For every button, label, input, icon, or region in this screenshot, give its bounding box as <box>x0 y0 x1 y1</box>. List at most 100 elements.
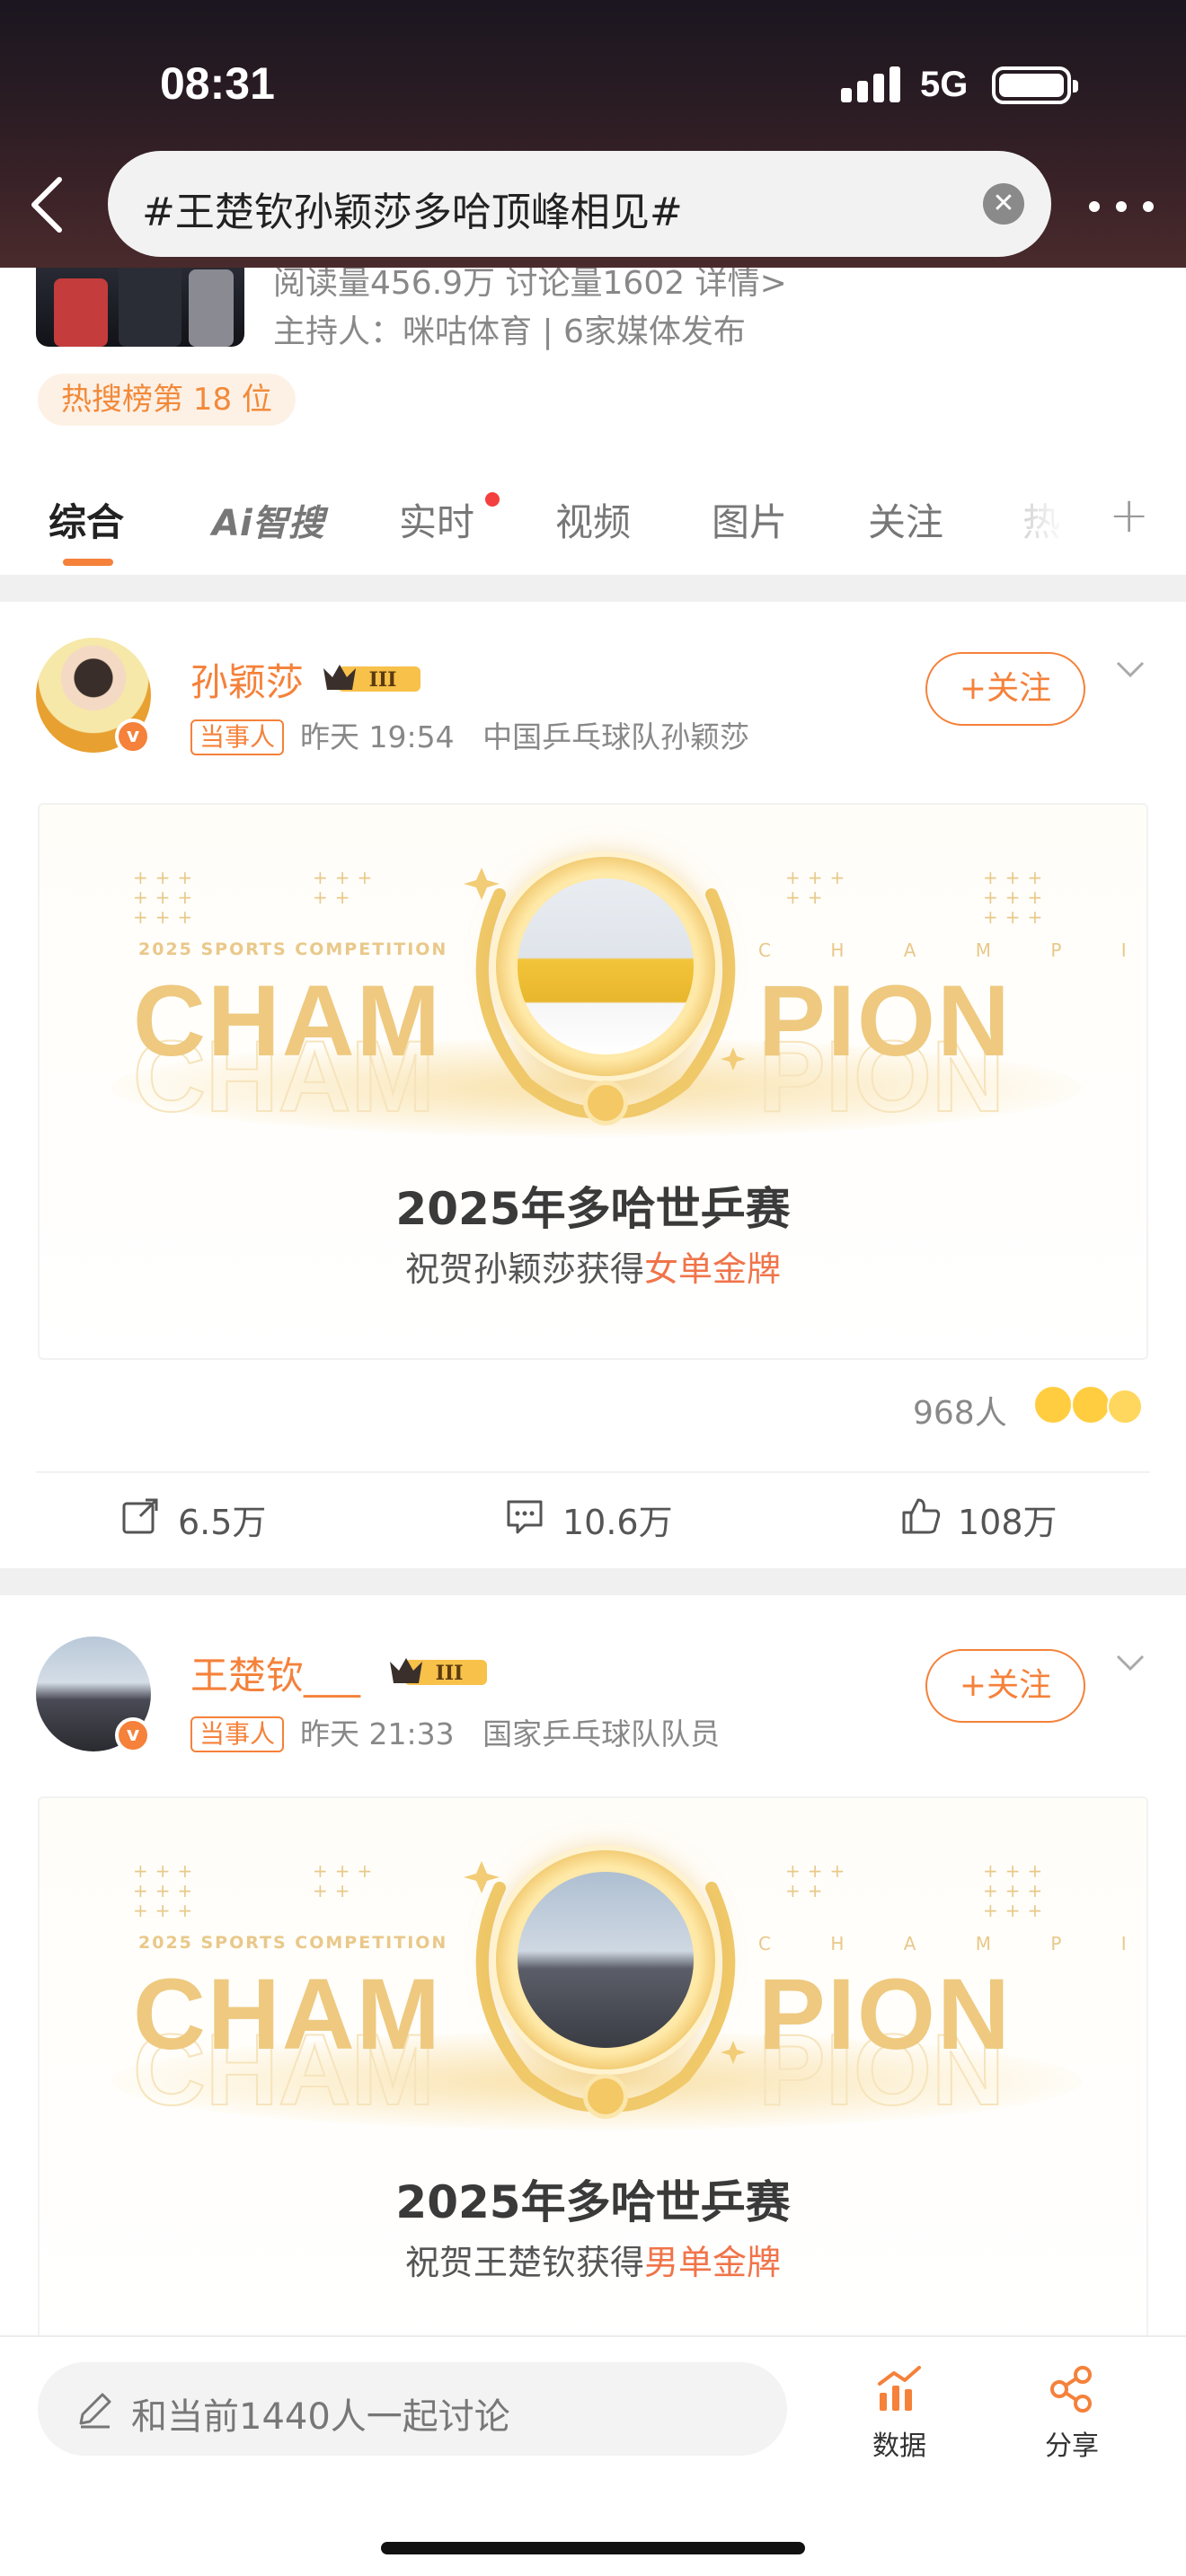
sports-caption: 2025 SPORTS COMPETITION <box>138 1933 448 1953</box>
medal-photo <box>518 1872 694 2048</box>
medal-frame <box>496 857 715 1076</box>
decor-plus-grid: +++ ++ <box>785 867 853 908</box>
card-subtitle-highlight: 女单金牌 <box>644 1249 782 1289</box>
comment-button[interactable]: 10.6万 <box>505 1495 703 1542</box>
svg-text:III: III <box>436 1662 464 1685</box>
vip-crown-icon: III <box>323 665 420 692</box>
emoji-smile-icon <box>1107 1389 1143 1425</box>
medal-star-icon <box>588 1085 624 1121</box>
topic-host: 主持人：咪咕体育 | 6家媒体发布 <box>273 313 746 350</box>
battery-icon <box>992 66 1078 104</box>
network-type: 5G <box>920 65 969 104</box>
chevron-left-icon <box>31 177 62 233</box>
author-name[interactable]: 王楚钦___ <box>190 1645 360 1700</box>
section-divider <box>0 1568 1186 1595</box>
medal-star-icon <box>588 2078 624 2114</box>
share-button[interactable]: 分享 <box>1022 2362 1121 2479</box>
champion-caption: C H A M P I O N <box>758 1933 1146 1954</box>
chevron-down-icon[interactable] <box>1114 652 1146 684</box>
section-divider <box>0 575 1186 602</box>
thumbs-up-icon <box>902 1498 941 1534</box>
repost-button[interactable]: 6.5万 <box>120 1495 300 1542</box>
post-time: 昨天 21:33 <box>300 1716 455 1751</box>
champion-word-left: CHAM <box>133 965 442 1077</box>
repost-icon <box>122 1498 158 1534</box>
header: 08:31 5G #王楚钦孙颖莎多哈顶峰相见# ✕ <box>0 0 1186 268</box>
reaction-count[interactable]: 968人 <box>913 1387 1007 1434</box>
author-bio: 中国乒乓球队孙颖莎 <box>482 719 750 754</box>
medal-photo <box>518 878 694 1054</box>
add-tab-icon[interactable]: + <box>1109 487 1149 543</box>
search-query[interactable]: #王楚钦孙颖莎多哈顶峰相见# <box>142 180 683 237</box>
post-wang-chuqin: v 王楚钦___ III 当事人 昨天 21:33 国家乒乓球队队员 +关注 ++… <box>0 1595 1186 2353</box>
medal-frame <box>496 1850 715 2069</box>
comment-icon <box>507 1500 543 1534</box>
more-dots-icon[interactable] <box>1085 183 1157 228</box>
champion-card-image[interactable]: +++ +++ +++ +++ ++ +++ ++ +++ +++ +++ 2025 SPO… <box>38 803 1148 1360</box>
tab-fade <box>997 472 1096 571</box>
share-label: 分享 <box>1045 2430 1099 2462</box>
back-button[interactable] <box>23 171 74 239</box>
data-button[interactable]: 数据 <box>850 2362 949 2479</box>
emoji-grin-icon <box>1071 1385 1111 1425</box>
repost-count: 6.5万 <box>178 1503 267 1542</box>
data-label: 数据 <box>872 2430 926 2462</box>
card-subtitle-prefix: 祝贺孙颖莎获得 <box>404 1249 644 1289</box>
new-dot-icon <box>485 492 500 507</box>
discussion-placeholder: 和当前1440人一起讨论 <box>131 2396 510 2438</box>
decor-plus-grid: +++ ++ <box>785 1860 853 1901</box>
tab-images[interactable]: 图片 <box>712 492 787 547</box>
follow-button[interactable]: +关注 <box>925 652 1085 726</box>
decor-plus-grid: +++ ++ <box>313 1860 380 1901</box>
tab-comprehensive[interactable]: 综合 <box>49 492 124 547</box>
page: 阅读量456.9万 讨论量1602 详情> 主持人：咪咕体育 | 6家媒体发布 … <box>0 0 1186 2576</box>
decor-plus-grid: +++ +++ +++ <box>133 1860 200 1921</box>
author-name[interactable]: 孙颖莎 <box>190 652 304 707</box>
clear-icon[interactable]: ✕ <box>983 183 1024 225</box>
champion-card-image[interactable]: +++ +++ +++ +++ ++ +++ ++ +++ +++ +++ 2025 SPO… <box>38 1796 1148 2353</box>
post-time: 昨天 19:54 <box>300 719 455 754</box>
author-bio: 国家乒乓球队队员 <box>482 1716 721 1751</box>
chevron-down-icon[interactable] <box>1114 1645 1146 1678</box>
sports-caption: 2025 SPORTS COMPETITION <box>138 940 448 959</box>
champion-word-right: PION <box>758 965 1012 1077</box>
verified-icon: v <box>115 719 151 754</box>
share-icon <box>1050 2366 1092 2413</box>
divider <box>36 1471 1150 1473</box>
tab-video[interactable]: 视频 <box>555 492 631 547</box>
card-title: 2025年多哈世乒赛 <box>395 1183 791 1235</box>
signal-icon <box>841 66 900 102</box>
tab-bar: 综合 Ai智搜 实时 视频 图片 关注 热 + <box>0 472 1186 571</box>
emoji-laugh-icon <box>1033 1385 1073 1425</box>
bottom-bar: 和当前1440人一起讨论 数据 分享 <box>0 2335 1186 2576</box>
card-subtitle: 祝贺王楚钦获得男单金牌 <box>40 2235 1146 2284</box>
decor-plus-grid: +++ +++ +++ <box>983 1860 1050 1921</box>
card-title: 2025年多哈世乒赛 <box>395 2176 791 2228</box>
tab-realtime[interactable]: 实时 <box>399 492 474 547</box>
card-subtitle-highlight: 男单金牌 <box>644 2243 782 2282</box>
role-tag: 当事人 <box>190 719 285 755</box>
tab-ai-search[interactable]: Ai智搜 <box>212 494 324 546</box>
home-indicator[interactable] <box>381 2542 805 2554</box>
tab-following[interactable]: 关注 <box>868 492 943 547</box>
decor-plus-grid: +++ ++ <box>313 867 380 908</box>
decor-plus-grid: +++ +++ +++ <box>133 867 200 928</box>
follow-button[interactable]: +关注 <box>925 1649 1085 1723</box>
discussion-input[interactable]: 和当前1440人一起讨论 <box>38 2362 787 2456</box>
search-bar[interactable]: #王楚钦孙颖莎多哈顶峰相见# ✕ <box>108 151 1051 257</box>
vip-crown-icon: III <box>390 1658 487 1685</box>
pencil-icon <box>79 2393 111 2429</box>
like-button[interactable]: 108万 <box>900 1495 1080 1542</box>
post-meta: 当事人 昨天 19:54 中国乒乓球队孙颖莎 <box>190 713 749 756</box>
champion-word-right: PION <box>758 1958 1012 2070</box>
role-tag: 当事人 <box>190 1716 285 1752</box>
status-time: 08:31 <box>160 58 275 109</box>
comment-count: 10.6万 <box>562 1503 673 1542</box>
decor-plus-grid: +++ +++ +++ <box>983 867 1050 928</box>
svg-text:III: III <box>369 668 397 692</box>
post-sun-yingsha: v 孙颖莎 III 当事人 昨天 19:54 中国乒乓球队孙颖莎 +关注 +++ +… <box>0 602 1186 1572</box>
card-subtitle-prefix: 祝贺王楚钦获得 <box>404 2243 644 2282</box>
card-subtitle: 祝贺孙颖莎获得女单金牌 <box>40 1241 1146 1291</box>
post-meta: 当事人 昨天 21:33 国家乒乓球队队员 <box>190 1710 720 1753</box>
hot-rank-badge[interactable]: 热搜榜第 18 位 <box>38 374 296 426</box>
